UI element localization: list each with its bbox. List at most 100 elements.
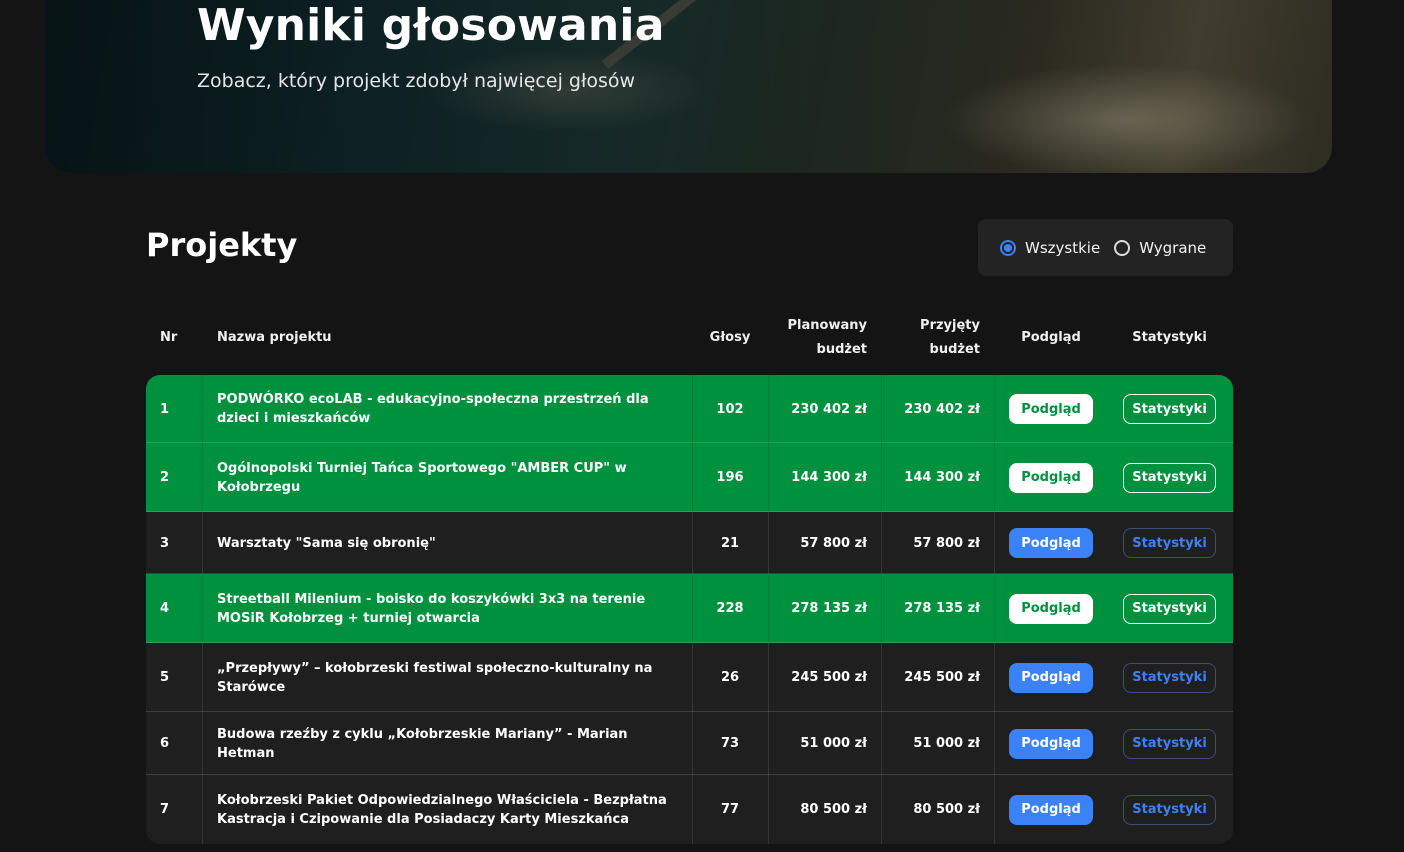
column-divider bbox=[881, 712, 882, 775]
section-title: Projekty bbox=[146, 226, 298, 264]
stats-button[interactable]: Statystyki bbox=[1123, 728, 1216, 759]
projects-table: 1 PODWÓRKO ecoLAB - edukacyjno-społeczna … bbox=[146, 375, 1233, 844]
column-divider bbox=[202, 375, 203, 443]
column-divider bbox=[202, 443, 203, 512]
stats-button[interactable]: Statystyki bbox=[1123, 593, 1216, 624]
column-divider bbox=[881, 375, 882, 443]
row-number: 3 bbox=[160, 535, 170, 551]
header-name: Nazwa projektu bbox=[217, 330, 332, 345]
votes-count: 73 bbox=[720, 736, 740, 751]
header-accepted-line2: budżet bbox=[929, 342, 980, 357]
table-row: 1 PODWÓRKO ecoLAB - edukacyjno-społeczna … bbox=[146, 375, 1233, 443]
header-accepted-budget: Przyjęty budżet bbox=[883, 306, 980, 370]
project-name: PODWÓRKO ecoLAB - edukacyjno-społeczna p… bbox=[217, 392, 649, 426]
preview-cell: Podgląd bbox=[995, 375, 1107, 443]
results-filter: Wszystkie Wygrane bbox=[978, 219, 1233, 276]
table-row: 4 Streetball Milenium - boisko do koszykó… bbox=[146, 574, 1233, 643]
accepted-budget: 144 300 zł bbox=[904, 470, 980, 485]
column-divider bbox=[202, 643, 203, 712]
stats-cell: Statystyki bbox=[1109, 443, 1230, 512]
table-row: 5 „Przepływy” – kołobrzeski festiwal społ… bbox=[146, 643, 1233, 712]
stats-button[interactable]: Statystyki bbox=[1123, 394, 1216, 424]
planned-budget: 57 800 zł bbox=[800, 535, 867, 551]
preview-button[interactable]: Podgląd bbox=[1009, 528, 1093, 558]
hero-banner: Wyniki głosowania Zobacz, który projekt … bbox=[45, 0, 1332, 173]
column-divider bbox=[768, 775, 769, 844]
preview-cell: Podgląd bbox=[995, 574, 1107, 643]
project-name: Budowa rzeźby z cyklu „Kołobrzeskie Mari… bbox=[217, 726, 628, 761]
filter-option-winners-label: Wygrane bbox=[1139, 238, 1207, 257]
header-planned-line2: budżet bbox=[816, 342, 867, 357]
header-stats: Statystyki bbox=[1132, 330, 1207, 345]
project-name: Kołobrzeski Pakiet Odpowiedzialnego Właś… bbox=[217, 792, 667, 827]
preview-cell: Podgląd bbox=[995, 512, 1107, 574]
planned-budget: 144 300 zł bbox=[791, 470, 867, 485]
column-divider bbox=[202, 775, 203, 844]
column-divider bbox=[768, 712, 769, 775]
column-divider bbox=[881, 443, 882, 512]
accepted-budget: 245 500 zł bbox=[904, 670, 980, 685]
votes-count: 26 bbox=[720, 670, 740, 685]
stats-button[interactable]: Statystyki bbox=[1123, 662, 1216, 693]
project-name: „Przepływy” – kołobrzeski festiwal społe… bbox=[217, 660, 653, 695]
preview-cell: Podgląd bbox=[995, 643, 1107, 712]
hero-title: Wyniki głosowania bbox=[197, 0, 665, 51]
planned-budget: 278 135 zł bbox=[791, 601, 867, 616]
row-number: 1 bbox=[160, 401, 170, 417]
preview-button[interactable]: Podgląd bbox=[1009, 593, 1093, 624]
header-preview: Podgląd bbox=[1021, 330, 1081, 345]
project-name: Warsztaty "Sama się obronię" bbox=[217, 535, 436, 551]
preview-cell: Podgląd bbox=[995, 712, 1107, 775]
planned-budget: 230 402 zł bbox=[791, 401, 867, 417]
table-row: 3 Warsztaty "Sama się obronię" 21 57 800 zł… bbox=[146, 512, 1233, 574]
row-number: 5 bbox=[160, 670, 170, 685]
stats-button[interactable]: Statystyki bbox=[1123, 528, 1216, 558]
stats-cell: Statystyki bbox=[1109, 375, 1230, 443]
accepted-budget: 80 500 zł bbox=[913, 802, 980, 817]
project-name: Ogólnopolski Turniej Tańca Sportowego "A… bbox=[217, 460, 627, 495]
header-votes: Głosy bbox=[709, 330, 751, 345]
column-divider bbox=[881, 512, 882, 574]
planned-budget: 80 500 zł bbox=[800, 802, 867, 817]
preview-button[interactable]: Podgląd bbox=[1009, 794, 1093, 825]
row-number: 2 bbox=[160, 470, 170, 485]
stats-button[interactable]: Statystyki bbox=[1123, 462, 1216, 493]
header-planned-line1: Planowany bbox=[787, 318, 867, 333]
table-row: 6 Budowa rzeźby z cyklu „Kołobrzeskie Mar… bbox=[146, 712, 1233, 775]
project-name: Streetball Milenium - boisko do koszyków… bbox=[217, 591, 646, 626]
row-number: 4 bbox=[160, 601, 170, 616]
votes-count: 77 bbox=[720, 802, 740, 817]
preview-button[interactable]: Podgląd bbox=[1009, 662, 1093, 693]
preview-button[interactable]: Podgląd bbox=[1009, 728, 1093, 759]
preview-cell: Podgląd bbox=[995, 775, 1107, 844]
column-divider bbox=[768, 512, 769, 574]
preview-button[interactable]: Podgląd bbox=[1009, 394, 1093, 424]
filter-option-winners[interactable]: Wygrane bbox=[1114, 239, 1206, 257]
preview-button[interactable]: Podgląd bbox=[1009, 462, 1093, 493]
accepted-budget: 230 402 zł bbox=[904, 401, 980, 417]
column-divider bbox=[768, 574, 769, 643]
radio-unchecked-icon[interactable] bbox=[1114, 239, 1131, 256]
filter-option-all-label: Wszystkie bbox=[1025, 238, 1101, 257]
filter-option-all[interactable]: Wszystkie bbox=[1000, 239, 1100, 257]
table-row: 2 Ogólnopolski Turniej Tańca Sportowego "… bbox=[146, 443, 1233, 512]
row-number: 6 bbox=[160, 736, 170, 751]
column-divider bbox=[202, 574, 203, 643]
accepted-budget: 51 000 zł bbox=[913, 736, 980, 751]
preview-cell: Podgląd bbox=[995, 443, 1107, 512]
hero-subtitle: Zobacz, który projekt zdobył najwięcej g… bbox=[197, 70, 636, 92]
column-divider bbox=[881, 775, 882, 844]
stats-cell: Statystyki bbox=[1109, 574, 1230, 643]
stats-button[interactable]: Statystyki bbox=[1123, 794, 1216, 825]
votes-count: 21 bbox=[720, 535, 740, 551]
votes-count: 228 bbox=[716, 601, 744, 616]
row-number: 7 bbox=[160, 802, 170, 817]
stats-cell: Statystyki bbox=[1109, 512, 1230, 574]
table-row: 7 Kołobrzeski Pakiet Odpowiedzialnego Wła… bbox=[146, 775, 1233, 844]
stats-cell: Statystyki bbox=[1109, 712, 1230, 775]
votes-count: 102 bbox=[716, 401, 744, 417]
radio-checked-icon[interactable] bbox=[1000, 239, 1016, 256]
column-divider bbox=[881, 643, 882, 712]
table-header: Nr Nazwa projektu Głosy Planowany budżet … bbox=[146, 306, 1233, 370]
header-planned-budget: Planowany budżet bbox=[770, 306, 867, 370]
